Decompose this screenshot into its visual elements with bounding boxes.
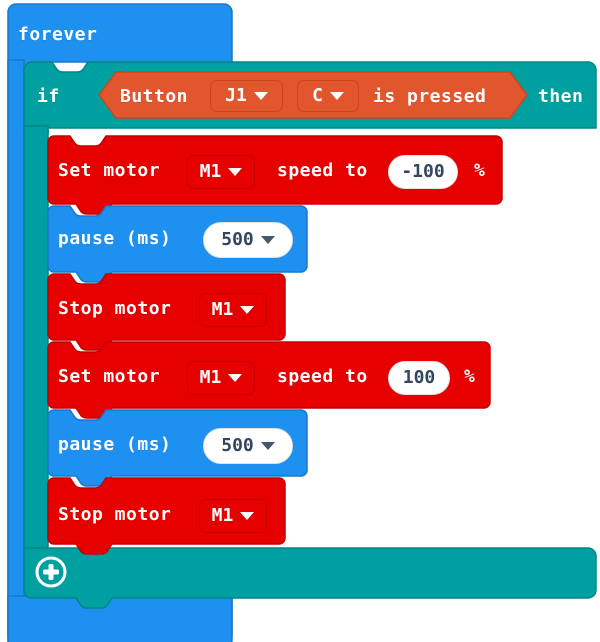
button-dropdown[interactable]: C — [297, 80, 359, 112]
set-motor-1-speed-value: -100 — [401, 161, 445, 182]
stop-motor-2-motor-dropdown[interactable]: M1 — [199, 499, 267, 533]
set-motor-1-motor-dropdown[interactable]: M1 — [187, 155, 255, 189]
port-dropdown[interactable]: J1 — [210, 80, 283, 112]
chevron-down-icon — [228, 374, 243, 382]
port-dropdown-value: J1 — [225, 85, 247, 106]
stop-motor-1-motor-dropdown[interactable]: M1 — [199, 293, 267, 327]
set-motor-2-motor-dropdown[interactable]: M1 — [187, 361, 255, 395]
stop-motor-2-motor-value: M1 — [211, 505, 234, 526]
set-motor-2-speed-input[interactable]: 100 — [388, 361, 450, 395]
pause-1-duration-value: 500 — [221, 229, 254, 250]
set-motor-2-speed-value: 100 — [402, 367, 436, 388]
stop-motor-1-motor-value: M1 — [211, 299, 234, 320]
pause-2-duration-dropdown[interactable]: 500 — [203, 428, 293, 464]
button-dropdown-value: C — [312, 85, 323, 106]
block-forever-bottom-bar[interactable] — [7, 595, 233, 642]
set-motor-2-motor-value: M1 — [199, 367, 222, 388]
pause-2-duration-value: 500 — [221, 435, 254, 456]
chevron-down-icon — [260, 236, 275, 244]
pause-1-duration-dropdown[interactable]: 500 — [203, 222, 293, 258]
chevron-down-icon — [253, 92, 268, 100]
chevron-down-icon — [329, 92, 344, 100]
set-motor-1-speed-input[interactable]: -100 — [388, 155, 458, 189]
block-if-then-spine[interactable] — [23, 125, 49, 551]
chevron-down-icon — [240, 306, 255, 314]
chevron-down-icon — [260, 442, 275, 450]
chevron-down-icon — [240, 512, 255, 520]
set-motor-1-motor-value: M1 — [199, 161, 222, 182]
block-if-then-footer[interactable] — [23, 547, 597, 609]
chevron-down-icon — [228, 168, 243, 176]
